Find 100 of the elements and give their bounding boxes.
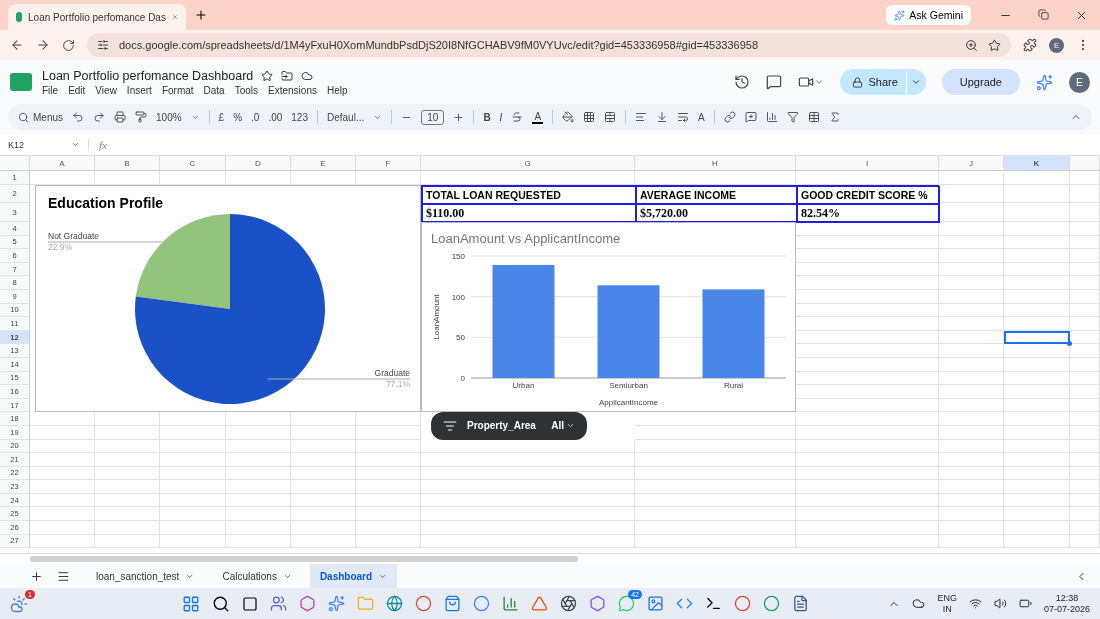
grid-cell[interactable]: [291, 453, 356, 467]
grid-cell[interactable]: [1070, 235, 1100, 250]
menu-item[interactable]: Extensions: [268, 84, 317, 96]
wrap-icon[interactable]: [677, 111, 690, 123]
grid-cell[interactable]: [1004, 466, 1070, 481]
grid-cell[interactable]: [226, 521, 291, 535]
bookmark-icon[interactable]: [988, 38, 1001, 52]
grid-cell[interactable]: [30, 521, 95, 535]
task-view-icon[interactable]: [242, 595, 258, 612]
column-header[interactable]: B: [95, 156, 160, 171]
font-select[interactable]: Defaul...: [327, 111, 365, 123]
grid-cell[interactable]: [939, 480, 1004, 494]
redo-icon[interactable]: [93, 111, 105, 123]
grid-cell[interactable]: [939, 466, 1004, 481]
grid-cell[interactable]: [1004, 534, 1070, 549]
menu-item[interactable]: Tools: [234, 84, 259, 96]
borders-icon[interactable]: [583, 111, 596, 123]
grid-cell[interactable]: [796, 398, 939, 413]
grid-cell[interactable]: [796, 262, 939, 277]
grid-cell[interactable]: [226, 425, 291, 440]
grid-cell[interactable]: [939, 344, 1004, 358]
grid-cell[interactable]: [30, 480, 95, 494]
sheets-logo[interactable]: [10, 73, 32, 91]
column-header[interactable]: G: [421, 156, 635, 171]
grid-cell[interactable]: [939, 235, 1004, 250]
grid-cell[interactable]: [939, 262, 1004, 277]
grid-cell[interactable]: [939, 171, 1004, 185]
grid-cell[interactable]: [1004, 344, 1070, 358]
grid-cell[interactable]: [796, 507, 939, 522]
grid-cell[interactable]: [1004, 185, 1070, 203]
grid-cell[interactable]: [291, 480, 356, 494]
grid-cell[interactable]: [796, 480, 939, 494]
grid-cell[interactable]: [1070, 289, 1100, 304]
increase-size-icon[interactable]: [453, 111, 465, 123]
grid-cell[interactable]: [1070, 171, 1100, 185]
grid-cell[interactable]: [226, 493, 291, 508]
grid-cell[interactable]: [1004, 398, 1070, 413]
grid-cell[interactable]: [939, 289, 1004, 304]
menu-item[interactable]: Format: [161, 84, 194, 96]
grid-cell[interactable]: [356, 493, 421, 508]
sparkle-icon[interactable]: [328, 595, 345, 612]
grid-cell[interactable]: [796, 303, 939, 318]
image-icon[interactable]: [647, 595, 664, 612]
grid-cell[interactable]: [226, 480, 291, 494]
grid-cell[interactable]: [635, 480, 796, 494]
battery-icon[interactable]: [1018, 597, 1032, 610]
grid-cell[interactable]: [939, 521, 1004, 535]
grid-cell[interactable]: [95, 466, 160, 481]
grid-cell[interactable]: [939, 385, 1004, 399]
grid-cell[interactable]: [291, 425, 356, 440]
grid-cell[interactable]: [30, 425, 95, 440]
grid-cell[interactable]: [796, 249, 939, 263]
filter-value[interactable]: All: [551, 420, 575, 432]
grid-cell[interactable]: [939, 357, 1004, 372]
menu-item[interactable]: Edit: [68, 84, 86, 96]
grid-cell[interactable]: [635, 425, 796, 440]
grid-cell[interactable]: [1004, 480, 1070, 494]
video-icon[interactable]: [798, 74, 815, 90]
forward-icon[interactable]: [36, 38, 50, 52]
grid-cell[interactable]: [1070, 398, 1100, 413]
grid-cell[interactable]: [291, 493, 356, 508]
grid-cell[interactable]: [160, 439, 226, 454]
vertical-align-icon[interactable]: [656, 111, 669, 123]
grid-cell[interactable]: [1070, 185, 1100, 203]
column-header[interactable]: C: [160, 156, 226, 171]
grid-cell[interactable]: [160, 425, 226, 440]
currency-button[interactable]: £: [218, 111, 225, 123]
document-icon[interactable]: [792, 595, 809, 612]
column-header[interactable]: K: [1004, 156, 1070, 171]
move-icon[interactable]: [281, 69, 294, 82]
grid-cell[interactable]: [95, 493, 160, 508]
grid-cell[interactable]: [1004, 453, 1070, 467]
grid-cell[interactable]: [1004, 412, 1070, 426]
upgrade-button[interactable]: Upgrade: [941, 69, 1020, 95]
ask-gemini-button[interactable]: Ask Gemini: [886, 5, 971, 25]
name-box[interactable]: K12: [8, 139, 63, 150]
chart-icon[interactable]: [765, 111, 778, 123]
cloud-icon[interactable]: [912, 597, 926, 610]
menu-item[interactable]: File: [42, 84, 59, 96]
grid-cell[interactable]: [30, 466, 95, 481]
grid-cell[interactable]: [291, 466, 356, 481]
grid-cell[interactable]: [796, 439, 939, 454]
grid-cell[interactable]: [939, 398, 1004, 413]
selected-cell[interactable]: [1004, 330, 1070, 345]
menu-item[interactable]: Help: [326, 84, 348, 96]
grid-cell[interactable]: [796, 344, 939, 358]
grid-cell[interactable]: [796, 276, 939, 290]
menu-item[interactable]: Data: [203, 84, 225, 96]
grid-cell[interactable]: [1070, 371, 1100, 386]
grid-cell[interactable]: [291, 534, 356, 549]
grid-cell[interactable]: [291, 439, 356, 454]
paint-format-icon[interactable]: [135, 111, 147, 123]
sheet-tab[interactable]: Dashboard: [309, 564, 398, 588]
grid-cell[interactable]: [356, 453, 421, 467]
grid-cell[interactable]: [160, 521, 226, 535]
zoom-icon[interactable]: [965, 38, 978, 52]
chart-icon[interactable]: [502, 595, 519, 612]
filter-chip[interactable]: Property_Area All: [431, 412, 587, 440]
decrease-decimal-button[interactable]: .0: [251, 111, 260, 123]
triangle-icon[interactable]: [531, 595, 548, 612]
